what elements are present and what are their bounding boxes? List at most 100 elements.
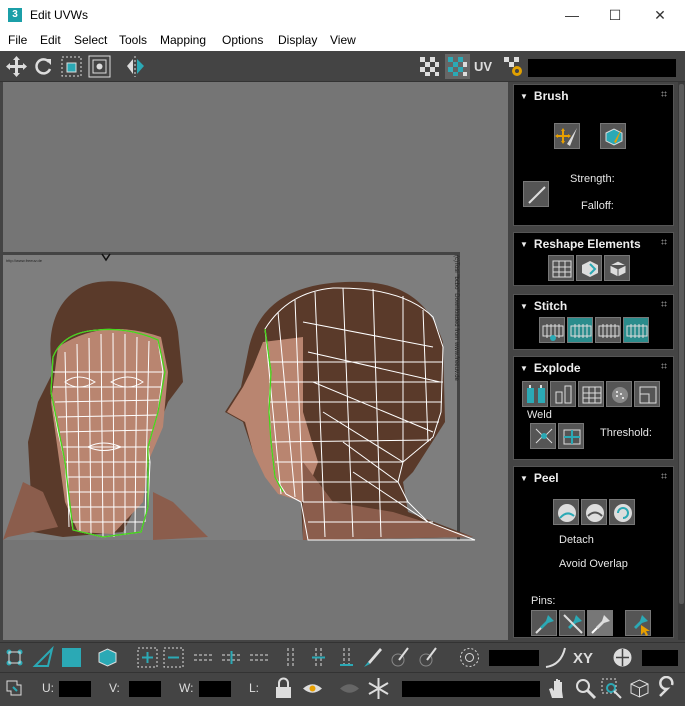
loop-grow-icon[interactable] — [219, 645, 244, 670]
paint-move-icon[interactable] — [554, 123, 580, 149]
close-button[interactable]: ✕ — [637, 2, 683, 28]
select-pins-icon[interactable] — [625, 610, 651, 636]
break-icon[interactable] — [522, 381, 548, 407]
soft-selection-value-field[interactable] — [489, 650, 539, 666]
quick-peel-icon[interactable] — [553, 499, 579, 525]
move-icon[interactable] — [4, 54, 29, 79]
brush-rollout-title[interactable]: ▼ Brush — [520, 89, 569, 103]
unpin-selected-icon[interactable] — [559, 610, 585, 636]
auto-pin-icon[interactable] — [587, 610, 613, 636]
uv-viewport[interactable]: http://www.freeuv.de (c)Tosi "bcbo" Down… — [3, 82, 508, 640]
v-label: V: — [109, 681, 120, 695]
pin-selected-icon[interactable] — [531, 610, 557, 636]
zoom-icon[interactable] — [573, 676, 598, 701]
paint-select-icon[interactable] — [360, 645, 385, 670]
tool-panel: ▼ Brush Strength: Falloff: ▼ Reshape Eleme… — [510, 82, 685, 640]
element-mode-icon[interactable] — [95, 645, 120, 670]
stitch-rollout-title[interactable]: ▼ Stitch — [520, 299, 567, 313]
freeform-icon[interactable] — [87, 54, 112, 79]
lock-icon[interactable] — [271, 676, 296, 701]
ring-icon[interactable] — [278, 645, 303, 670]
explode-rollout-title[interactable]: ▼ Explode — [520, 361, 581, 375]
edit-uvws-window: 3 Edit UVWs — ☐ ✕ File Edit Select Tools… — [0, 0, 685, 703]
hide-icon[interactable] — [337, 676, 362, 701]
freeze-icon[interactable] — [366, 676, 391, 701]
avoid-overlap-label: Avoid Overlap — [559, 558, 628, 570]
ring-grow-icon[interactable] — [306, 645, 331, 670]
straighten-icon[interactable] — [548, 255, 574, 281]
falloff-curve-icon[interactable] — [543, 645, 568, 670]
menu-options[interactable]: Options — [222, 33, 263, 47]
reset-peel-icon[interactable] — [609, 499, 635, 525]
menu-tools[interactable]: Tools — [119, 33, 147, 47]
reshape-grip[interactable] — [661, 239, 667, 245]
help-icon[interactable] — [655, 675, 680, 701]
scale-icon[interactable] — [59, 54, 84, 79]
l-label: L: — [249, 681, 260, 695]
box-relax-icon[interactable] — [604, 255, 630, 281]
w-value-field[interactable] — [199, 681, 231, 697]
peel-rollout-title[interactable]: ▼ Peel — [520, 471, 559, 485]
edge-mode-icon[interactable] — [31, 645, 56, 670]
xy-toggle[interactable]: XY — [573, 650, 593, 667]
zoom-region-icon[interactable] — [599, 676, 624, 701]
flatten-icon[interactable] — [550, 381, 576, 407]
absolute-offset-icon[interactable] — [3, 676, 28, 701]
menu-display[interactable]: Display — [278, 33, 317, 47]
vertex-mode-icon[interactable] — [3, 645, 28, 670]
pan-icon[interactable] — [545, 676, 570, 701]
brush-line-icon[interactable] — [523, 181, 549, 207]
loop-shrink-icon[interactable] — [247, 645, 272, 670]
relax-brush-icon[interactable] — [600, 123, 626, 149]
flatten-by-smoothing-groups-icon[interactable] — [634, 381, 660, 407]
shrink-selection-icon[interactable] — [161, 645, 186, 670]
rotate-icon[interactable] — [31, 54, 56, 79]
peel-mode-icon[interactable] — [581, 499, 607, 525]
checker-icon[interactable] — [417, 54, 442, 79]
u-label: U: — [42, 681, 54, 695]
pins-label: Pins: — [531, 595, 556, 607]
u-value-field[interactable] — [59, 681, 91, 697]
ring-shrink-icon[interactable] — [334, 645, 359, 670]
front-face — [3, 281, 208, 540]
stitch-to-source-icon[interactable] — [623, 317, 649, 343]
map-selector-field[interactable] — [528, 59, 676, 77]
panel-scroll-thumb[interactable] — [679, 84, 684, 604]
stitch-to-target-icon[interactable] — [567, 317, 593, 343]
menu-view[interactable]: View — [330, 33, 356, 47]
weld-selected-icon[interactable] — [530, 423, 556, 449]
checker-uv-icon[interactable] — [445, 54, 470, 79]
menu-select[interactable]: Select — [74, 33, 107, 47]
show-hidden-icon[interactable] — [300, 676, 325, 701]
menu-mapping[interactable]: Mapping — [160, 33, 206, 47]
polygon-mode-icon[interactable] — [59, 645, 84, 670]
loop-icon[interactable] — [191, 645, 216, 670]
falloff-space-field[interactable] — [642, 650, 678, 666]
settings-checker-icon[interactable] — [501, 54, 526, 79]
explode-grip[interactable] — [661, 363, 667, 369]
stitch-custom-icon[interactable] — [539, 317, 565, 343]
menu-file[interactable]: File — [8, 33, 27, 47]
peel-grip[interactable] — [661, 473, 667, 479]
brush-grip[interactable] — [661, 91, 667, 97]
relax-icon[interactable] — [576, 255, 602, 281]
maximize-button[interactable]: ☐ — [592, 2, 638, 28]
flatten-by-smoothing-icon[interactable] — [578, 381, 604, 407]
flatten-by-material-icon[interactable] — [606, 381, 632, 407]
zoom-extents-icon[interactable] — [627, 676, 652, 701]
menu-edit[interactable]: Edit — [40, 33, 61, 47]
grow-selection-icon[interactable] — [135, 645, 160, 670]
weld-target-icon[interactable] — [558, 423, 584, 449]
mirror-icon[interactable] — [123, 54, 148, 79]
v-value-field[interactable] — [129, 681, 161, 697]
explode-rollout: ▼ Explode Weld Threshold: — [513, 356, 674, 460]
stitch-grip[interactable] — [661, 301, 667, 307]
selection-filter-field[interactable] — [402, 681, 540, 697]
soft-selection-icon[interactable] — [457, 645, 482, 670]
reshape-rollout-title[interactable]: ▼ Reshape Elements — [520, 237, 641, 251]
paint-grow-icon[interactable] — [388, 645, 413, 670]
minimize-button[interactable]: — — [549, 2, 595, 28]
paint-shrink-icon[interactable] — [416, 645, 441, 670]
stitch-average-icon[interactable] — [595, 317, 621, 343]
falloff-space-icon[interactable] — [610, 645, 635, 670]
